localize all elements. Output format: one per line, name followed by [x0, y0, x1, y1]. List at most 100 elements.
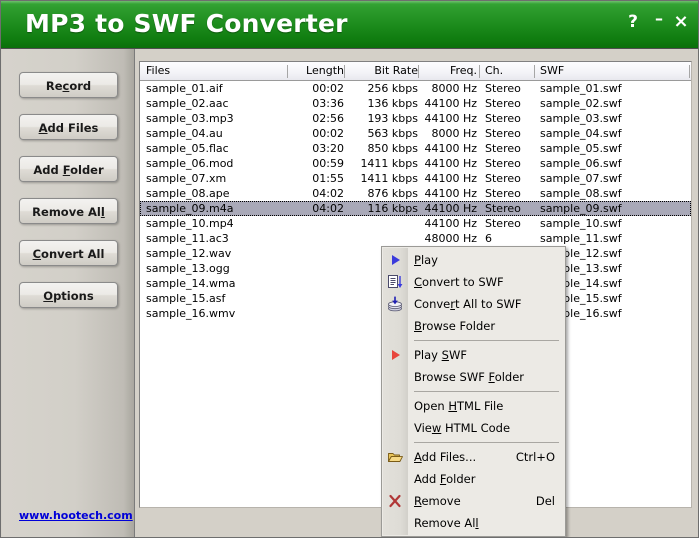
menu-item-browse-folder[interactable]: Browse Folder — [382, 315, 565, 337]
cell-swf: sample_06.swf — [540, 156, 685, 171]
cell-length: 02:56 — [291, 111, 344, 126]
menu-item-label: Remove All — [414, 512, 479, 534]
hootech-website-link[interactable]: www.hootech.com — [19, 509, 133, 522]
column-header-ch[interactable]: Ch. — [485, 62, 530, 80]
table-row[interactable]: sample_01.aif00:02256 kbps8000 HzStereos… — [140, 81, 691, 96]
menu-item-view-html-code[interactable]: View HTML Code — [382, 417, 565, 439]
column-divider[interactable] — [479, 65, 480, 78]
menu-item-label: View HTML Code — [414, 417, 510, 439]
cell-file: sample_09.m4a — [146, 201, 291, 216]
table-row[interactable]: sample_11.ac348000 Hz6sample_11.swf — [140, 231, 691, 246]
column-header-files[interactable]: Files — [146, 62, 286, 80]
menu-item-label: Remove — [414, 490, 461, 512]
close-button[interactable]: × — [671, 12, 691, 32]
cell-ch: Stereo — [485, 111, 535, 126]
cell-file: sample_12.wav — [146, 246, 291, 261]
menu-item-browse-swf-folder[interactable]: Browse SWF Folder — [382, 366, 565, 388]
cell-length: 00:02 — [291, 126, 344, 141]
menu-item-add-folder[interactable]: Add Folder — [382, 468, 565, 490]
column-header-bit-rate[interactable]: Bit Rate — [348, 62, 418, 80]
table-row[interactable]: sample_05.flac03:20850 kbps44100 HzStere… — [140, 141, 691, 156]
cell-length: 03:36 — [291, 96, 344, 111]
table-row[interactable]: sample_09.m4a04:02116 kbps44100 HzStereo… — [140, 201, 691, 216]
convert-all-icon — [387, 296, 404, 312]
cell-bitrate — [348, 216, 418, 231]
table-row[interactable]: sample_10.mp444100 HzStereosample_10.swf — [140, 216, 691, 231]
cell-swf: sample_11.swf — [540, 231, 685, 246]
menu-item-remove[interactable]: Remove Del — [382, 490, 565, 512]
cell-bitrate: 563 kbps — [348, 126, 418, 141]
cell-freq: 44100 Hz — [422, 201, 477, 216]
cell-bitrate: 256 kbps — [348, 81, 418, 96]
remove-all-button[interactable]: Remove All — [19, 198, 118, 224]
column-divider[interactable] — [287, 65, 288, 78]
remove-x-icon — [387, 493, 404, 509]
menu-separator — [414, 340, 559, 341]
cell-file: sample_15.asf — [146, 291, 291, 306]
menu-item-add-files[interactable]: Add Files... Ctrl+O — [382, 446, 565, 468]
cell-length — [291, 306, 344, 321]
menu-item-label: Play SWF — [414, 344, 467, 366]
cell-freq: 44100 Hz — [422, 171, 477, 186]
cell-file: sample_04.au — [146, 126, 291, 141]
menu-separator — [414, 391, 559, 392]
cell-swf: sample_02.swf — [540, 96, 685, 111]
add-files-button[interactable]: Add Files — [19, 114, 118, 140]
sidebar: Record Add Files Add Folder Remove All C… — [2, 49, 135, 537]
column-divider[interactable] — [689, 65, 690, 78]
menu-item-play-swf[interactable]: Play SWF — [382, 344, 565, 366]
title-bar-sheen — [1, 1, 699, 4]
options-button[interactable]: Options — [19, 282, 118, 308]
cell-file: sample_16.wmv — [146, 306, 291, 321]
title-bar: MP3 to SWF Converter ? – × — [1, 1, 699, 49]
cell-swf: sample_05.swf — [540, 141, 685, 156]
menu-item-play[interactable]: Play — [382, 249, 565, 271]
play-red-icon — [387, 347, 404, 363]
context-menu[interactable]: PlayConvert to SWFConvert All to SWFBrow… — [381, 246, 566, 537]
add-folder-button[interactable]: Add Folder — [19, 156, 118, 182]
cell-length — [291, 246, 344, 261]
menu-item-open-html-file[interactable]: Open HTML File — [382, 395, 565, 417]
cell-bitrate — [348, 231, 418, 246]
column-header-length[interactable]: Length — [291, 62, 344, 80]
cell-swf: sample_08.swf — [540, 186, 685, 201]
menu-item-label: Convert All to SWF — [414, 293, 522, 315]
menu-item-label: Convert to SWF — [414, 271, 504, 293]
menu-item-shortcut: Del — [536, 490, 555, 512]
cell-length: 04:02 — [291, 186, 344, 201]
table-row[interactable]: sample_04.au00:02563 kbps8000 HzStereosa… — [140, 126, 691, 141]
cell-freq: 44100 Hz — [422, 186, 477, 201]
table-row[interactable]: sample_08.ape04:02876 kbps44100 HzStereo… — [140, 186, 691, 201]
table-row[interactable]: sample_03.mp302:56193 kbps44100 HzStereo… — [140, 111, 691, 126]
cell-file: sample_01.aif — [146, 81, 291, 96]
cell-freq: 8000 Hz — [422, 126, 477, 141]
table-row[interactable]: sample_02.aac03:36136 kbps44100 HzStereo… — [140, 96, 691, 111]
cell-length: 04:02 — [291, 201, 344, 216]
cell-ch: 6 — [485, 231, 535, 246]
cell-file: sample_08.ape — [146, 186, 291, 201]
cell-file: sample_10.mp4 — [146, 216, 291, 231]
convert-all-button[interactable]: Convert All — [19, 240, 118, 266]
column-divider[interactable] — [418, 65, 419, 78]
menu-item-label: Add Files... — [414, 446, 476, 468]
menu-item-shortcut: Ctrl+O — [516, 446, 555, 468]
column-header-freq[interactable]: Freq. — [422, 62, 477, 80]
menu-item-remove-all[interactable]: Remove All — [382, 512, 565, 534]
column-header-swf[interactable]: SWF — [540, 62, 680, 80]
column-divider[interactable] — [344, 65, 345, 78]
cell-file: sample_06.mod — [146, 156, 291, 171]
table-row[interactable]: sample_06.mod00:591411 kbps44100 HzStere… — [140, 156, 691, 171]
table-row[interactable]: sample_07.xm01:551411 kbps44100 HzStereo… — [140, 171, 691, 186]
column-divider[interactable] — [534, 65, 535, 78]
help-button[interactable]: ? — [623, 12, 643, 32]
file-list-header: Files LengthBit RateFreq. Ch. SWF — [140, 62, 691, 81]
cell-bitrate: 850 kbps — [348, 141, 418, 156]
cell-bitrate: 1411 kbps — [348, 171, 418, 186]
menu-item-convert-to-swf[interactable]: Convert to SWF — [382, 271, 565, 293]
cell-swf: sample_10.swf — [540, 216, 685, 231]
cell-bitrate: 193 kbps — [348, 111, 418, 126]
minimize-button[interactable]: – — [649, 12, 669, 32]
record-button[interactable]: Record — [19, 72, 118, 98]
cell-swf: sample_07.swf — [540, 171, 685, 186]
menu-item-convert-all-to-swf[interactable]: Convert All to SWF — [382, 293, 565, 315]
